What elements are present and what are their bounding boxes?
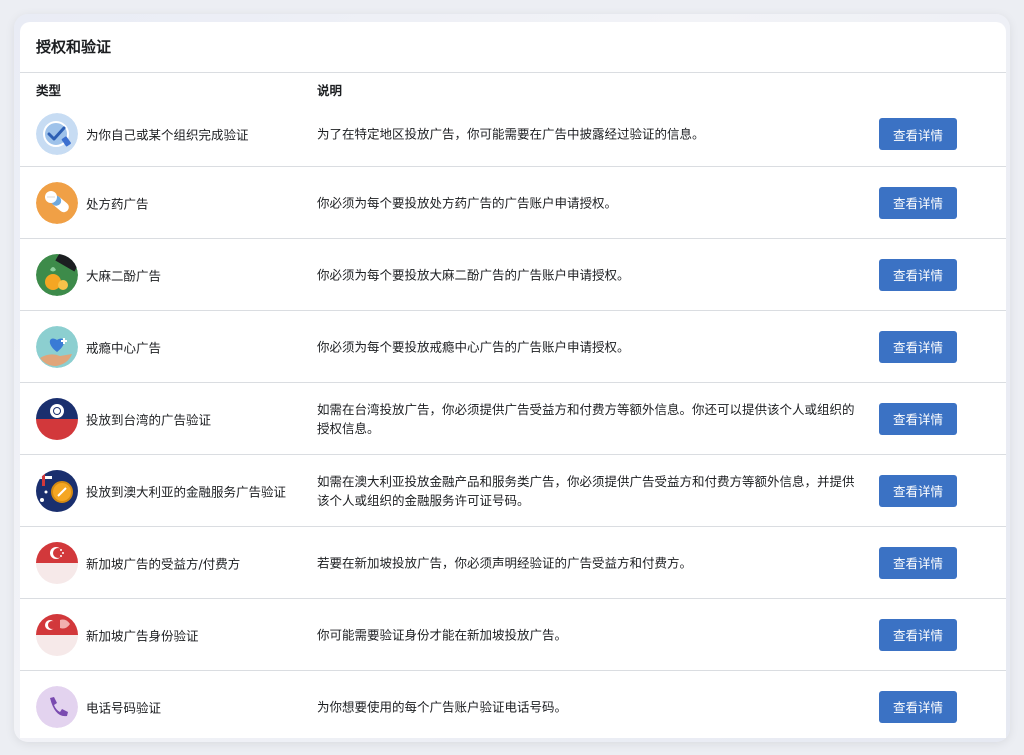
card-title: 授权和验证 bbox=[36, 38, 112, 56]
row-description: 你必须为每个要投放大麻二酚广告的广告账户申请授权。 bbox=[317, 267, 630, 282]
row-description: 如需在台湾投放广告，你必须提供广告受益方和付费方等额外信息。你还可以提供该个人或… bbox=[317, 401, 855, 436]
row-description: 你可能需要验证身份才能在新加坡投放广告。 bbox=[317, 627, 568, 642]
view-details-button[interactable]: 查看详情 bbox=[879, 690, 957, 723]
view-details-button[interactable]: 查看详情 bbox=[879, 546, 957, 579]
pill-icon bbox=[36, 181, 78, 224]
phone-icon bbox=[36, 685, 78, 728]
row-type-label: 大麻二酚广告 bbox=[86, 268, 162, 283]
view-details-button[interactable]: 查看详情 bbox=[879, 330, 957, 363]
taiwan-flag-icon bbox=[36, 397, 78, 440]
verified-check-icon bbox=[36, 113, 78, 155]
row-prescription-drug: 处方药广告 你必须为每个要投放处方药广告的广告账户申请授权。 查看详情 bbox=[20, 166, 1006, 238]
row-singapore-beneficiary: 新加坡广告的受益方/付费方 若要在新加坡投放广告，你必须声明经验证的广告受益方和… bbox=[20, 526, 1006, 598]
row-description: 如需在澳大利亚投放金融产品和服务类广告，你必须提供广告受益方和付费方等额外信息，… bbox=[317, 473, 855, 508]
row-phone-verification: 电话号码验证 为你想要使用的每个广告账户验证电话号码。 查看详情 bbox=[20, 670, 1006, 738]
view-details-button[interactable]: 查看详情 bbox=[879, 474, 957, 507]
view-details-button[interactable]: 查看详情 bbox=[879, 186, 957, 219]
singapore-flag-id-icon bbox=[36, 613, 78, 656]
cannabis-oil-icon bbox=[36, 253, 78, 296]
authorization-card: 授权和验证 类型 说明 为你自己或某个组织完成验证 为了在特定地区投放广告，你可… bbox=[20, 22, 1006, 738]
title-divider bbox=[20, 72, 1006, 73]
heart-hand-icon bbox=[36, 325, 78, 368]
row-type-label: 处方药广告 bbox=[86, 196, 149, 211]
column-header-description: 说明 bbox=[317, 83, 343, 98]
row-addiction-center: 戒瘾中心广告 你必须为每个要投放戒瘾中心广告的广告账户申请授权。 查看详情 bbox=[20, 310, 1006, 382]
australia-flag-coin-icon bbox=[36, 469, 78, 512]
row-organization-verification: 为你自己或某个组织完成验证 为了在特定地区投放广告，你可能需要在广告中披露经过验… bbox=[20, 102, 1006, 166]
column-header-type: 类型 bbox=[36, 83, 62, 98]
row-singapore-identity: 新加坡广告身份验证 你可能需要验证身份才能在新加坡投放广告。 查看详情 bbox=[20, 598, 1006, 670]
row-type-label: 投放到台湾的广告验证 bbox=[86, 412, 212, 427]
row-description: 若要在新加坡投放广告，你必须声明经验证的广告受益方和付费方。 bbox=[317, 555, 693, 570]
row-type-label: 电话号码验证 bbox=[86, 700, 162, 715]
row-taiwan-verification: 投放到台湾的广告验证 如需在台湾投放广告，你必须提供广告受益方和付费方等额外信息… bbox=[20, 382, 1006, 454]
row-description: 你必须为每个要投放戒瘾中心广告的广告账户申请授权。 bbox=[317, 339, 630, 354]
view-details-button[interactable]: 查看详情 bbox=[879, 618, 957, 651]
row-type-label: 戒瘾中心广告 bbox=[86, 340, 162, 355]
row-type-label: 新加坡广告的受益方/付费方 bbox=[86, 556, 241, 571]
row-description: 你必须为每个要投放处方药广告的广告账户申请授权。 bbox=[317, 195, 618, 210]
singapore-flag-icon bbox=[36, 541, 78, 584]
row-description: 为了在特定地区投放广告，你可能需要在广告中披露经过验证的信息。 bbox=[317, 126, 705, 142]
view-details-button[interactable]: 查看详情 bbox=[879, 402, 957, 435]
view-details-button[interactable]: 查看详情 bbox=[879, 118, 957, 150]
view-details-button[interactable]: 查看详情 bbox=[879, 258, 957, 291]
row-australia-financial: 投放到澳大利亚的金融服务广告验证 如需在澳大利亚投放金融产品和服务类广告，你必须… bbox=[20, 454, 1006, 526]
row-type-label: 新加坡广告身份验证 bbox=[86, 628, 199, 643]
authorization-list: 为你自己或某个组织完成验证 为了在特定地区投放广告，你可能需要在广告中披露经过验… bbox=[20, 102, 1006, 738]
row-type-label: 投放到澳大利亚的金融服务广告验证 bbox=[86, 484, 287, 499]
row-description: 为你想要使用的每个广告账户验证电话号码。 bbox=[317, 699, 568, 714]
row-type-label: 为你自己或某个组织完成验证 bbox=[86, 127, 249, 143]
row-cbd: 大麻二酚广告 你必须为每个要投放大麻二酚广告的广告账户申请授权。 查看详情 bbox=[20, 238, 1006, 310]
